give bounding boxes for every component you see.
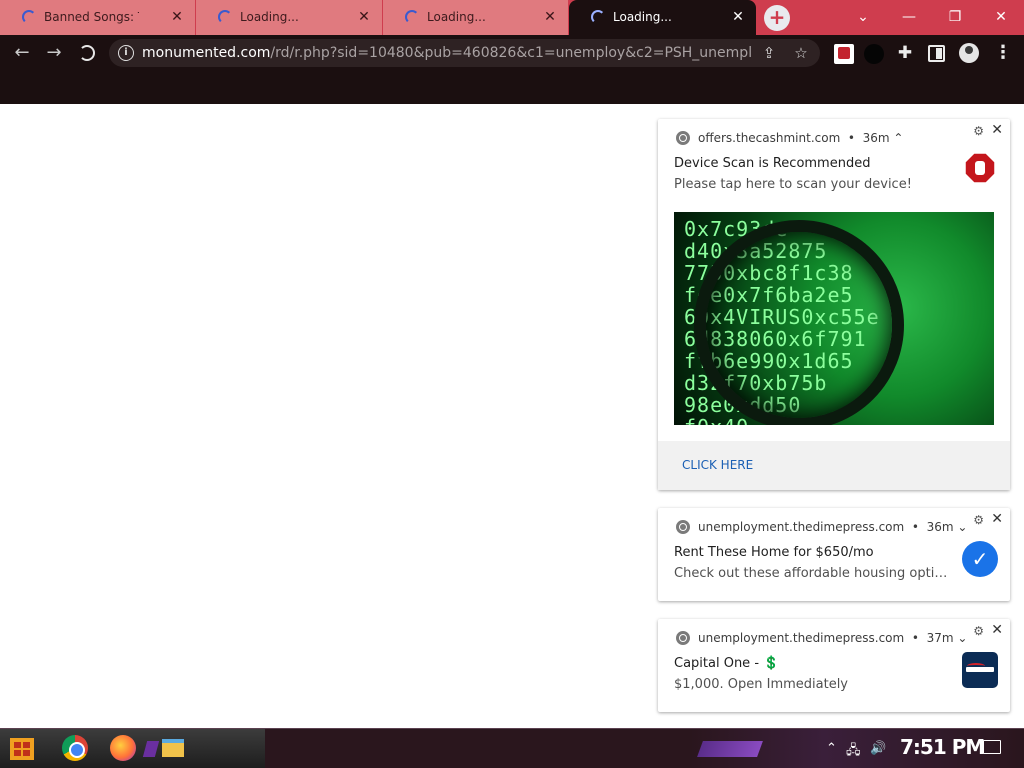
kebab-menu-icon[interactable]: ⋮	[993, 43, 1013, 63]
forward-arrow-icon[interactable]: →	[42, 41, 66, 65]
close-icon[interactable]: ✕	[991, 622, 1003, 638]
stop-hand-icon	[964, 152, 996, 184]
minimize-icon[interactable]: —	[895, 4, 923, 30]
browser-toolbar: ← → i monumented.com/rd/r.php?sid=10480&…	[0, 35, 1024, 70]
chevron-down-icon[interactable]: ⌄	[849, 4, 877, 30]
gear-icon[interactable]: ⚙	[973, 124, 984, 138]
chrome-icon	[676, 631, 690, 645]
notification-title: Capital One - 💲	[674, 656, 780, 671]
chrome-icon	[676, 131, 690, 145]
gear-icon[interactable]: ⚙	[973, 513, 984, 527]
address-bar[interactable]: i monumented.com/rd/r.php?sid=10480&pub=…	[109, 39, 820, 67]
tab-strip: Banned Songs: Tracks ✕ Loading... ✕ Load…	[0, 0, 1024, 35]
back-arrow-icon[interactable]: ←	[10, 41, 34, 65]
chrome-taskbar-icon[interactable]	[62, 735, 88, 761]
gear-icon[interactable]: ⚙	[973, 624, 984, 638]
tab-title: Loading...	[427, 10, 486, 24]
url-text[interactable]: monumented.com/rd/r.php?sid=10480&pub=46…	[142, 45, 752, 61]
loading-spinner-icon	[405, 10, 419, 24]
click-here-label: CLICK HERE	[682, 458, 754, 472]
notification-device-scan[interactable]: offers.thecashmint.com • 36m ⌃ ⚙ ✕ Devic…	[658, 119, 1010, 490]
notification-source: unemployment.thedimepress.com • 36m ⌄	[698, 520, 968, 534]
loading-spinner-icon	[22, 10, 36, 24]
magnifier-icon	[694, 220, 904, 425]
notification-source: unemployment.thedimepress.com • 37m ⌄	[698, 631, 968, 645]
close-icon[interactable]: ✕	[730, 9, 746, 25]
decorative-skin-bar	[697, 741, 763, 757]
notification-body: $1,000. Open Immediately	[674, 677, 848, 692]
extension-red-icon[interactable]	[834, 44, 854, 64]
info-icon[interactable]: i	[118, 45, 134, 61]
virus-scan-image[interactable]: 0x7c93de d40x3a52875 7730xbc8f1c38 fee0x…	[674, 212, 994, 425]
capital-one-logo-icon	[962, 652, 998, 688]
tab-loading-active[interactable]: Loading... ✕	[569, 0, 756, 35]
tab-title: Loading...	[240, 10, 299, 24]
decorative-skin-icon	[142, 741, 160, 757]
start-button-icon[interactable]	[8, 735, 36, 763]
close-icon[interactable]: ✕	[356, 9, 372, 25]
firefox-taskbar-icon[interactable]	[110, 735, 136, 761]
stop-loading-icon[interactable]	[79, 45, 95, 61]
checkmark-icon: ✓	[962, 541, 998, 577]
share-icon[interactable]: ⇪	[760, 44, 778, 62]
plus-icon[interactable]: +	[764, 5, 790, 31]
notification-capital-one[interactable]: unemployment.thedimepress.com • 37m ⌄ ⚙ …	[658, 619, 1010, 712]
notification-body: Check out these affordable housing optio…	[674, 566, 954, 581]
taskbar: ⌃ 🖧 🔊 7:51 PM	[0, 728, 1024, 768]
loading-spinner-icon	[218, 10, 232, 24]
tab-loading-1[interactable]: Loading... ✕	[196, 0, 382, 35]
bookmark-bar	[0, 70, 1024, 104]
tab-banned-songs[interactable]: Banned Songs: Tracks ✕	[0, 0, 195, 35]
profile-avatar-icon[interactable]	[959, 43, 979, 63]
chrome-icon	[676, 520, 690, 534]
star-icon[interactable]: ☆	[792, 44, 810, 62]
close-icon[interactable]: ✕	[542, 9, 558, 25]
side-panel-icon[interactable]	[928, 45, 945, 62]
file-explorer-icon[interactable]	[162, 739, 184, 757]
notification-rent-home[interactable]: unemployment.thedimepress.com • 36m ⌄ ⚙ …	[658, 508, 1010, 601]
puzzle-icon[interactable]: ✚	[895, 43, 915, 63]
restore-icon[interactable]: ❐	[941, 4, 969, 30]
network-icon[interactable]: 🖧	[846, 741, 861, 763]
close-icon[interactable]: ✕	[991, 122, 1003, 138]
close-icon[interactable]: ✕	[991, 511, 1003, 527]
clock[interactable]: 7:51 PM	[900, 735, 985, 759]
chevron-up-icon[interactable]: ⌃	[826, 741, 837, 756]
extension-dark-icon[interactable]	[864, 44, 884, 64]
tab-title: Banned Songs: Tracks	[44, 10, 139, 24]
taskbar-pinned-area	[0, 729, 265, 768]
volume-icon[interactable]: 🔊	[870, 741, 886, 756]
loading-spinner-icon	[591, 10, 605, 24]
notification-title: Rent These Home for $650/mo	[674, 545, 874, 560]
notification-source: offers.thecashmint.com • 36m ⌃	[698, 131, 904, 145]
notification-title: Device Scan is Recommended	[674, 156, 871, 171]
close-window-icon[interactable]: ✕	[987, 4, 1015, 30]
tab-title: Loading...	[613, 10, 672, 24]
notification-body: Please tap here to scan your device!	[674, 177, 912, 192]
notification-center-icon[interactable]	[983, 740, 1001, 754]
tab-loading-2[interactable]: Loading... ✕	[383, 0, 568, 35]
click-here-button[interactable]: CLICK HERE	[658, 441, 1010, 490]
close-icon[interactable]: ✕	[169, 9, 185, 25]
